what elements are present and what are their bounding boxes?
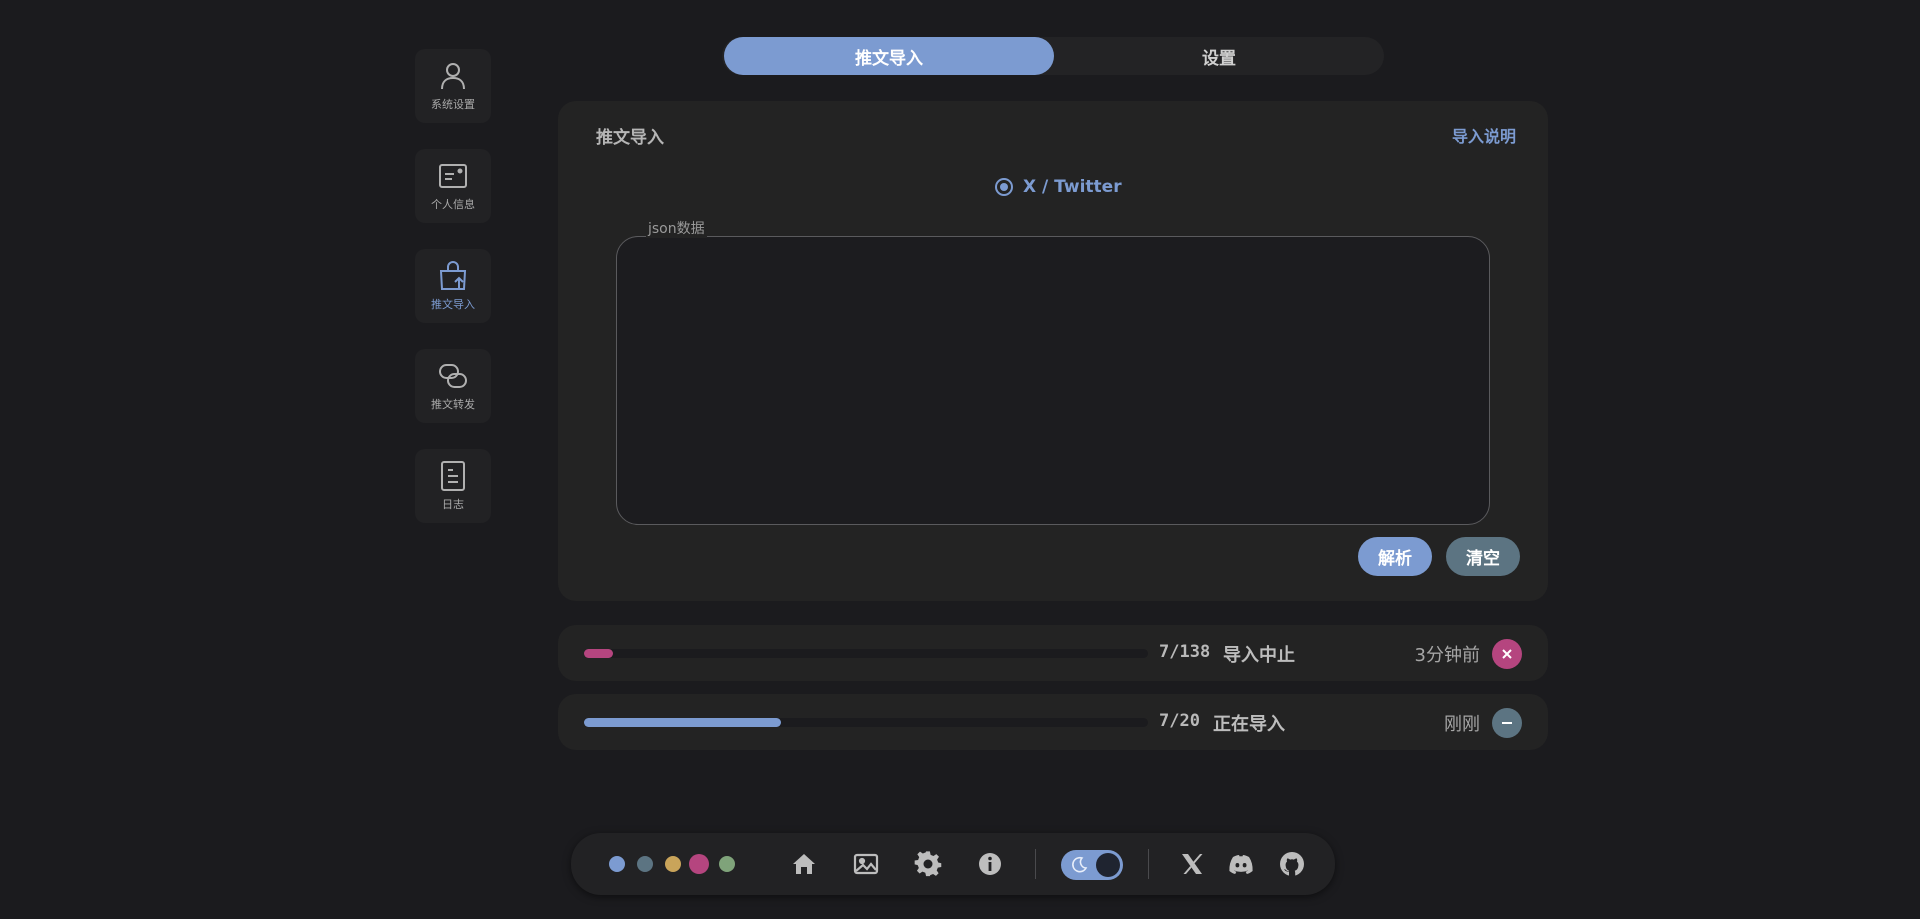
moon-icon	[1072, 856, 1088, 873]
link-icon	[439, 364, 467, 388]
sidebar-item-log[interactable]: 日志	[415, 449, 491, 523]
progress-track	[584, 649, 1148, 658]
sidebar-item-label: 推文导入	[431, 298, 475, 311]
info-icon[interactable]	[976, 850, 1004, 878]
clear-button[interactable]: 清空	[1446, 537, 1520, 576]
home-icon[interactable]	[790, 850, 818, 878]
sidebar-item-tweet-import[interactable]: 推文导入	[415, 249, 491, 323]
radio-label: X / Twitter	[1023, 177, 1122, 197]
minus-icon	[1502, 722, 1512, 724]
github-icon[interactable]	[1278, 850, 1306, 878]
task-count: 7/20	[1159, 711, 1200, 731]
x-icon[interactable]	[1178, 850, 1206, 878]
cancel-task-button[interactable]	[1492, 639, 1522, 669]
progress-fill	[584, 718, 782, 727]
task-row: 7/138 导入中止 3分钟前	[558, 625, 1548, 681]
sidebar-item-label: 日志	[442, 498, 464, 511]
toggle-knob	[1096, 853, 1120, 877]
parse-button[interactable]: 解析	[1358, 537, 1432, 576]
theme-color-blue[interactable]	[609, 856, 625, 872]
close-icon	[1502, 649, 1512, 659]
divider	[1148, 849, 1149, 879]
tab-bar: 推文导入 设置	[722, 37, 1384, 75]
sidebar-item-label: 个人信息	[431, 198, 475, 211]
divider	[1035, 849, 1036, 879]
task-time: 刚刚	[1444, 714, 1480, 735]
bag-upload-icon	[439, 261, 467, 290]
theme-color-green[interactable]	[719, 856, 735, 872]
theme-color-gold[interactable]	[665, 856, 681, 872]
minimize-task-button[interactable]	[1492, 708, 1522, 738]
document-icon	[441, 461, 465, 491]
progress-track	[584, 718, 1148, 727]
theme-color-slate[interactable]	[637, 856, 653, 872]
import-card: 推文导入 导入说明 X / Twitter json数据 解析 清空	[558, 101, 1548, 601]
sidebar-item-system-settings[interactable]: 系统设置	[415, 49, 491, 123]
sidebar-item-tweet-forward[interactable]: 推文转发	[415, 349, 491, 423]
gear-icon[interactable]	[914, 850, 942, 878]
progress-fill	[584, 649, 613, 658]
tab-settings[interactable]: 设置	[1054, 37, 1384, 75]
bottom-dock	[571, 833, 1335, 895]
task-time: 3分钟前	[1414, 645, 1480, 666]
source-option-x-twitter[interactable]: X / Twitter	[995, 177, 1122, 197]
radio-button[interactable]	[995, 178, 1013, 196]
json-field-label: json数据	[646, 218, 707, 238]
theme-color-pink[interactable]	[689, 854, 709, 874]
task-row: 7/20 正在导入 刚刚	[558, 694, 1548, 750]
import-help-link[interactable]: 导入说明	[1452, 123, 1516, 147]
tab-tweet-import[interactable]: 推文导入	[724, 37, 1054, 75]
image-icon[interactable]	[852, 850, 880, 878]
sidebar-item-profile[interactable]: 个人信息	[415, 149, 491, 223]
task-status: 正在导入	[1213, 714, 1285, 735]
user-icon	[441, 63, 465, 90]
task-count: 7/138	[1159, 642, 1211, 662]
json-data-input[interactable]	[616, 236, 1490, 525]
task-status: 导入中止	[1223, 645, 1295, 666]
sidebar-item-label: 系统设置	[431, 98, 475, 111]
id-card-icon	[439, 164, 467, 188]
sidebar-item-label: 推文转发	[431, 398, 475, 411]
card-title: 推文导入	[596, 128, 664, 148]
discord-icon[interactable]	[1227, 850, 1255, 878]
theme-toggle[interactable]	[1061, 850, 1123, 880]
